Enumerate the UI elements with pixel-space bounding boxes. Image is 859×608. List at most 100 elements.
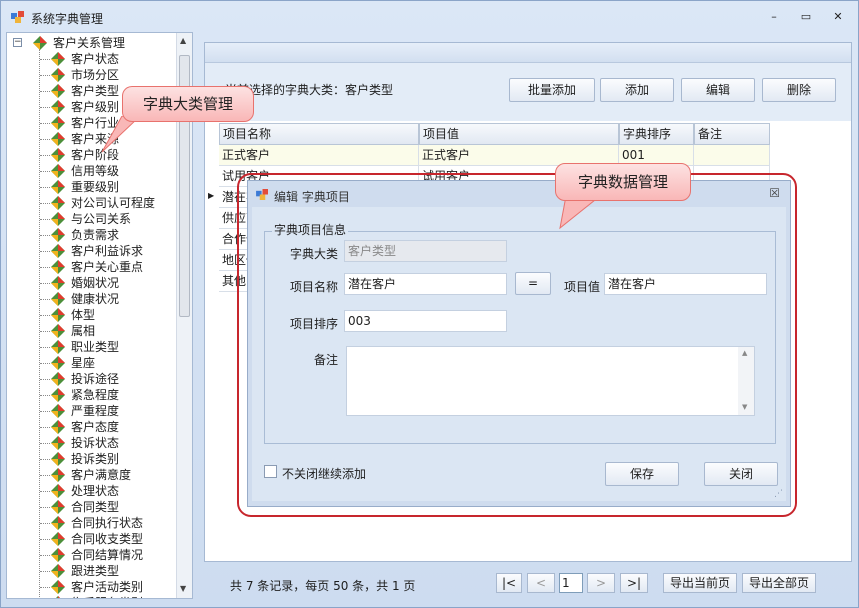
item-value-input[interactable]: 潜在客户 (604, 273, 767, 295)
resize-grip-icon[interactable]: ⋰ (774, 489, 783, 499)
tree-item-label: 跟进类型 (71, 564, 120, 578)
dialog-icon (256, 189, 268, 200)
tree-item-label: 投诉途径 (71, 372, 120, 386)
dialog-close-icon[interactable]: ☒ (769, 186, 780, 200)
tree-guide-branch (40, 107, 50, 108)
category-icon (51, 84, 65, 98)
column-header-name[interactable]: 项目名称 (219, 123, 419, 145)
scroll-up-icon[interactable]: ▲ (180, 36, 186, 45)
tree-item-label: 客户利益诉求 (71, 244, 144, 258)
remark-scrollbar[interactable]: ▲ ▼ (738, 347, 754, 415)
delete-button[interactable]: 删除 (762, 78, 836, 102)
table-cell[interactable] (694, 145, 770, 166)
tree-guide-branch (40, 507, 50, 508)
tree-item-label: 客户态度 (71, 420, 120, 434)
remark-textarea[interactable]: ▲ ▼ (346, 346, 755, 416)
category-icon (51, 180, 65, 194)
current-category-value: 客户类型 (345, 83, 394, 97)
save-button[interactable]: 保存 (605, 462, 679, 486)
keep-open-label: 不关闭继续添加 (282, 467, 367, 481)
tree-guide-branch (40, 571, 50, 572)
minimize-button[interactable]: – (763, 9, 785, 25)
dialog-title: 编辑 字典项目 (274, 190, 350, 204)
close-dialog-button[interactable]: 关闭 (704, 462, 778, 486)
prev-page-button[interactable]: < (527, 573, 555, 593)
batch-add-button[interactable]: 批量添加 (509, 78, 595, 102)
tree-item-label: 客户级别 (71, 100, 120, 114)
category-icon (51, 516, 65, 530)
category-icon (51, 100, 65, 114)
scroll-down-icon[interactable]: ▼ (180, 584, 186, 593)
category-icon (51, 308, 65, 322)
tree-guide-branch (40, 299, 50, 300)
tree-item-label: 对公司认可程度 (71, 196, 156, 210)
tree-guide-branch (40, 539, 50, 540)
close-window-button[interactable]: ✕ (827, 9, 849, 25)
tree-guide-branch (40, 171, 50, 172)
next-page-button[interactable]: > (587, 573, 615, 593)
category-icon (51, 212, 65, 226)
tree-item-label: 与公司关系 (71, 212, 132, 226)
category-icon (51, 404, 65, 418)
export-all-pages-button[interactable]: 导出全部页 (742, 573, 816, 593)
tree-item-label: 投诉类别 (71, 452, 120, 466)
category-icon (51, 132, 65, 146)
keep-open-checkbox[interactable] (264, 465, 277, 478)
tree-guide-branch (40, 235, 50, 236)
tree-item-label: 紧急程度 (71, 388, 120, 402)
first-page-button[interactable]: |< (496, 573, 522, 593)
edit-button[interactable]: 编辑 (681, 78, 755, 102)
tree-guide-branch (40, 331, 50, 332)
tree-guide-branch (40, 443, 50, 444)
category-icon (51, 68, 65, 82)
column-header-remark[interactable]: 备注 (694, 123, 770, 145)
tree-guide-branch (40, 139, 50, 140)
title-bar: 系统字典管理 – ▭ ✕ (1, 1, 858, 33)
callout-tree: 字典大类管理 (122, 86, 254, 122)
tree-item-label: 属相 (71, 324, 96, 338)
category-icon (51, 292, 65, 306)
category-icon (51, 420, 65, 434)
restore-button[interactable]: ▭ (795, 9, 817, 25)
tree-item-label: 健康状况 (71, 292, 120, 306)
tree-guide-branch (40, 59, 50, 60)
category-icon (51, 356, 65, 370)
category-icon (51, 244, 65, 258)
tree-guide-branch (40, 267, 50, 268)
category-icon (51, 116, 65, 130)
page-number-input[interactable]: 1 (559, 573, 583, 593)
tree-item-label: 体型 (71, 308, 96, 322)
app-icon (11, 11, 24, 23)
item-value-label: 项目值 (563, 280, 600, 294)
tree-guide-branch (40, 555, 50, 556)
copy-name-to-value-button[interactable]: = (515, 272, 551, 295)
tree-guide-branch (40, 523, 50, 524)
tree-item-label: 市场分区 (71, 68, 120, 82)
tree-item-label: 投诉状态 (71, 436, 120, 450)
scroll-up-icon[interactable]: ▲ (742, 349, 747, 357)
item-name-input[interactable]: 潜在客户 (344, 273, 507, 295)
tree-guide-branch (40, 587, 50, 588)
last-page-button[interactable]: >| (620, 573, 648, 593)
collapse-icon[interactable]: − (13, 38, 22, 47)
tree-guide-branch (40, 427, 50, 428)
item-order-input[interactable]: 003 (344, 310, 507, 332)
table-cell[interactable]: 正式客户 (219, 145, 419, 166)
tree-item-label: 合同结算情况 (71, 548, 144, 562)
category-icon (51, 164, 65, 178)
column-header-value[interactable]: 项目值 (419, 123, 619, 145)
tree-item-label: 信用等级 (71, 164, 120, 178)
tree-guide-branch (40, 475, 50, 476)
category-icon (51, 452, 65, 466)
category-icon (51, 196, 65, 210)
tree-guide-branch (40, 315, 50, 316)
scroll-down-icon[interactable]: ▼ (742, 403, 747, 411)
tree-item-label: 客户满意度 (71, 468, 132, 482)
export-current-page-button[interactable]: 导出当前页 (663, 573, 737, 593)
category-icon (51, 276, 65, 290)
tree-item-label: 严重程度 (71, 404, 120, 418)
add-button[interactable]: 添加 (600, 78, 674, 102)
category-icon (51, 324, 65, 338)
column-header-order[interactable]: 字典排序 (619, 123, 694, 145)
tree-guide-branch (40, 251, 50, 252)
